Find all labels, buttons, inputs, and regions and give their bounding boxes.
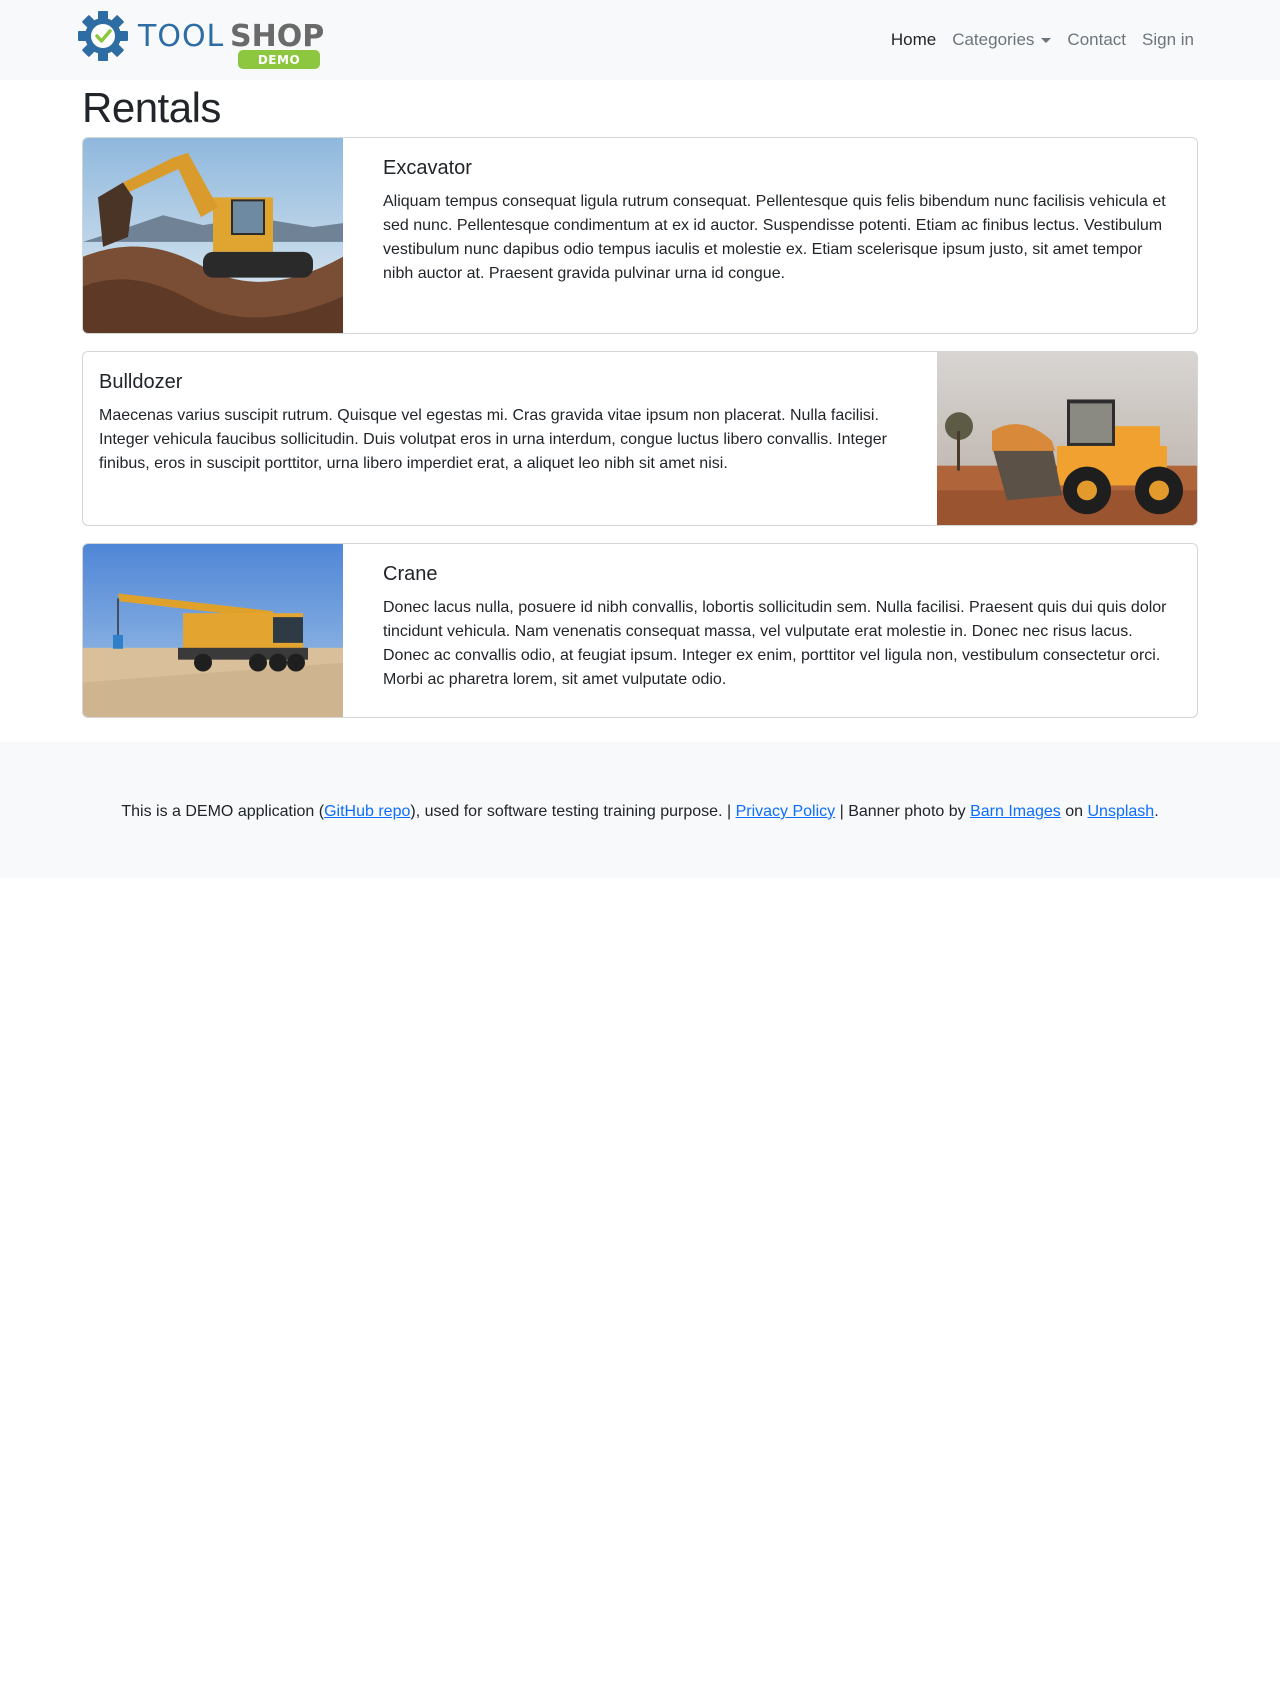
footer-text-3: | Banner photo by <box>835 803 971 820</box>
svg-text:TOOL: TOOL <box>137 19 224 54</box>
rental-card-excavator: Excavator Aliquam tempus consequat ligul… <box>82 137 1198 334</box>
bulldozer-body: Bulldozer Maecenas varius suscipit rutru… <box>83 352 937 525</box>
nav-categories-label: Categories <box>952 30 1035 49</box>
crane-body: Crane Donec lacus nulla, posuere id nibh… <box>343 544 1197 717</box>
svg-text:DEMO: DEMO <box>258 53 300 67</box>
toolshop-logo-icon: TOOL SHOP DEMO <box>78 11 324 69</box>
rental-description: Aliquam tempus consequat ligula rutrum c… <box>383 193 1166 282</box>
rental-description: Donec lacus nulla, posuere id nibh conva… <box>383 599 1167 688</box>
excavator-image <box>83 138 343 333</box>
brand-logo[interactable]: TOOL SHOP DEMO <box>78 10 326 70</box>
bulldozer-image <box>937 352 1197 525</box>
nav-categories-dropdown[interactable]: Categories <box>944 22 1059 58</box>
nav-home[interactable]: Home <box>883 22 944 58</box>
rental-title[interactable]: Crane <box>383 563 1167 586</box>
footer-text-1: This is a DEMO application ( <box>121 803 325 820</box>
nav-links: Home Categories Contact Sign in <box>883 22 1202 58</box>
footer-text-2: ), used for software testing training pu… <box>410 803 736 820</box>
rental-description: Maecenas varius suscipit rutrum. Quisque… <box>99 407 887 472</box>
footer-text-4: on <box>1060 803 1088 820</box>
caret-down-icon <box>1041 37 1052 43</box>
privacy-policy-link[interactable]: Privacy Policy <box>736 803 836 820</box>
github-repo-link[interactable]: GitHub repo <box>324 803 410 820</box>
footer: This is a DEMO application (GitHub repo)… <box>0 742 1280 878</box>
navbar: TOOL SHOP DEMO Home Categories Contact S… <box>0 0 1280 80</box>
rental-card-bulldozer: Bulldozer Maecenas varius suscipit rutru… <box>82 351 1198 526</box>
footer-text-5: . <box>1154 803 1159 820</box>
excavator-body: Excavator Aliquam tempus consequat ligul… <box>343 138 1197 333</box>
barn-images-link[interactable]: Barn Images <box>970 803 1061 820</box>
rental-title[interactable]: Bulldozer <box>99 371 897 394</box>
crane-image <box>83 544 343 717</box>
nav-signin[interactable]: Sign in <box>1134 22 1202 58</box>
rental-title[interactable]: Excavator <box>383 157 1167 180</box>
main-content: Rentals Excavator Aliquam tempus consequ… <box>82 80 1198 718</box>
unsplash-link[interactable]: Unsplash <box>1087 803 1154 820</box>
rental-card-crane: Crane Donec lacus nulla, posuere id nibh… <box>82 543 1198 718</box>
page-title: Rentals <box>82 84 221 131</box>
footer-text: This is a DEMO application (GitHub repo)… <box>121 803 1158 821</box>
nav-contact[interactable]: Contact <box>1059 22 1134 58</box>
svg-text:SHOP: SHOP <box>230 19 324 54</box>
